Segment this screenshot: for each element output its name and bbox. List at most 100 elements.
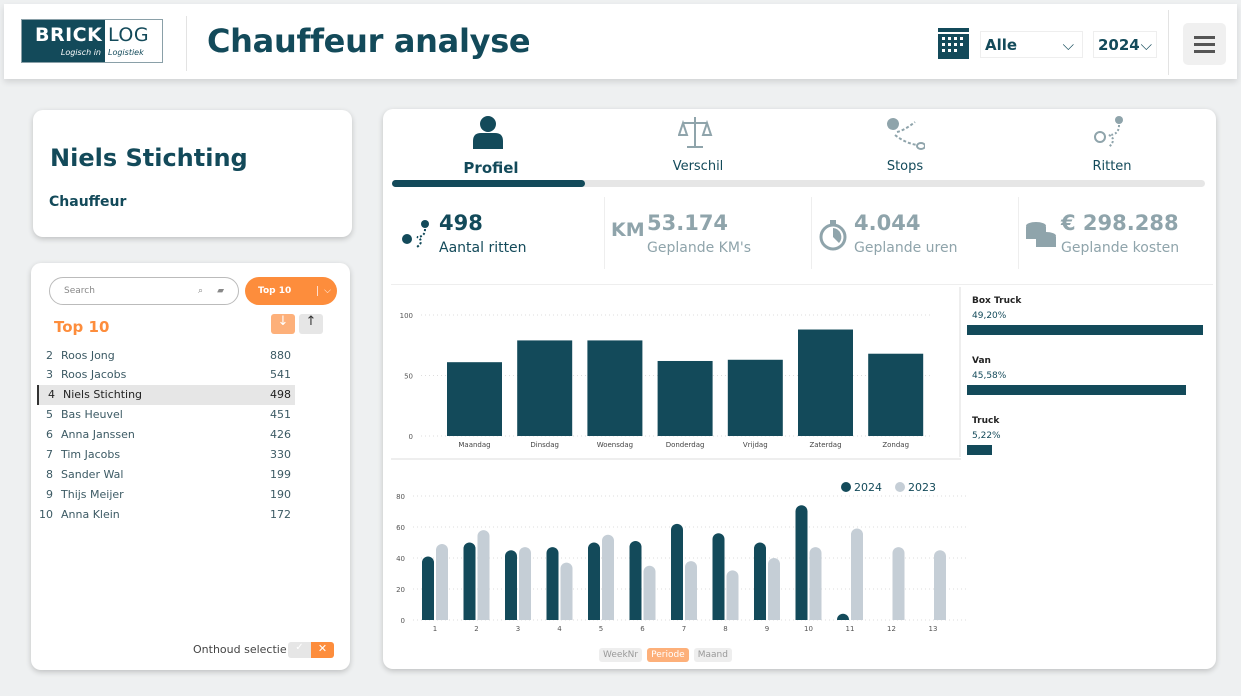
- bar[interactable]: [657, 360, 713, 436]
- check-icon[interactable]: ✓: [288, 642, 311, 658]
- person-icon: [473, 116, 503, 149]
- rank: 9: [46, 487, 53, 501]
- trip-count: 172: [270, 507, 291, 521]
- bar[interactable]: [868, 353, 924, 436]
- bar-2023[interactable]: [768, 558, 780, 620]
- close-icon[interactable]: ✕: [311, 642, 334, 658]
- bar[interactable]: [447, 362, 502, 436]
- vehicle-name: Van: [972, 356, 991, 366]
- bar-2023[interactable]: [685, 561, 697, 620]
- y-tick: 60: [396, 524, 405, 532]
- header: BRICK Logisch in LOG Logistiek Chauffeur a…: [4, 4, 1237, 79]
- coins-icon: [1026, 222, 1056, 247]
- ranking-row[interactable]: 6 Anna Janssen 426: [37, 425, 295, 445]
- bar-2023[interactable]: [602, 534, 614, 620]
- calendar-icon: [938, 28, 969, 59]
- top-select[interactable]: Top 10 ⌵: [245, 277, 337, 305]
- legend-label[interactable]: 2023: [908, 481, 936, 494]
- bar-2023[interactable]: [809, 547, 822, 620]
- logo-tag-right: Logistiek: [108, 48, 144, 57]
- bar-2024[interactable]: [712, 533, 725, 620]
- granularity-weeknr[interactable]: WeekNr: [599, 648, 643, 662]
- ranking-row[interactable]: 8 Sander Wal 199: [37, 464, 295, 484]
- eraser-icon[interactable]: ▰: [217, 286, 224, 296]
- ranking-row[interactable]: 2 Roos Jong 880: [37, 345, 295, 365]
- bar-2024[interactable]: [463, 542, 476, 621]
- ranking-row[interactable]: 9 Thijs Meijer 190: [37, 484, 295, 504]
- bar-2023[interactable]: [477, 530, 490, 620]
- bar-2024[interactable]: [505, 550, 517, 620]
- legend-label[interactable]: 2024: [854, 481, 882, 494]
- kpi-card: 4.044 Geplande uren: [811, 197, 1011, 269]
- bar-2023[interactable]: [436, 544, 448, 620]
- page-title: Chauffeur analyse: [207, 22, 531, 60]
- bar-2024[interactable]: [422, 556, 434, 620]
- period-select-value: Alle: [985, 35, 1018, 54]
- bar-2024[interactable]: [588, 542, 600, 621]
- ranking-row[interactable]: 7 Tim Jacobs 330: [37, 445, 295, 465]
- ranking-row[interactable]: 3 Roos Jacobs 541: [37, 365, 295, 385]
- tab-verschil[interactable]: Verschil: [598, 115, 798, 174]
- ranking-row[interactable]: 4 Niels Stichting 498: [37, 384, 295, 405]
- ranking-heading: Top 10: [54, 318, 110, 336]
- tab-ritten[interactable]: Ritten: [1012, 115, 1212, 174]
- driver-name: Anna Janssen: [61, 428, 135, 442]
- bar-2024[interactable]: [754, 542, 766, 621]
- bar-2024[interactable]: [546, 547, 559, 620]
- period-select[interactable]: Alle ⌵: [980, 31, 1083, 58]
- kpi-value: € 298.288: [1061, 211, 1179, 235]
- bar-2023[interactable]: [851, 528, 863, 620]
- year-select-value: 2024: [1098, 35, 1140, 54]
- search-icon[interactable]: ⌕: [198, 286, 203, 296]
- bar-2023[interactable]: [560, 562, 573, 620]
- vehicle-bar: [967, 385, 1186, 395]
- trip-count: 330: [270, 448, 291, 461]
- trip-count: 426: [270, 428, 291, 442]
- driver-name: Thijs Meijer: [61, 487, 124, 501]
- logo-brick: BRICK: [35, 24, 103, 46]
- tab-label: Ritten: [1092, 159, 1132, 174]
- bar-2024[interactable]: [629, 540, 642, 620]
- x-tick: Vrijdag: [743, 441, 768, 449]
- bar-2024[interactable]: [837, 613, 849, 620]
- search-input[interactable]: Search ⌕ ▰: [49, 277, 239, 305]
- bar-2024[interactable]: [795, 505, 808, 620]
- bricklog-logo: BRICK Logisch in LOG Logistiek: [21, 19, 163, 63]
- route-icon: [402, 220, 429, 248]
- x-tick: 4: [557, 625, 562, 633]
- tab-stops[interactable]: Stops: [805, 115, 1005, 174]
- bar-2023[interactable]: [519, 547, 531, 620]
- year-select[interactable]: 2024 ⌵: [1093, 31, 1157, 58]
- bar[interactable]: [727, 359, 783, 436]
- kpi-label: Geplande KM's: [647, 240, 752, 256]
- ranking-row[interactable]: 5 Bas Heuvel 451: [37, 405, 295, 425]
- y-tick: 40: [396, 555, 405, 563]
- granularity-maand[interactable]: Maand: [693, 648, 732, 662]
- y-tick: 100: [400, 312, 413, 320]
- x-tick: 12: [887, 625, 896, 633]
- driver-name: Roos Jong: [61, 348, 115, 362]
- y-tick: 50: [404, 373, 413, 381]
- menu-button[interactable]: [1183, 23, 1226, 65]
- tab-profiel[interactable]: Profiel: [391, 115, 591, 177]
- kpi-value: 4.044: [854, 211, 921, 235]
- granularity-periode[interactable]: Periode: [647, 648, 689, 662]
- x-tick: 13: [929, 625, 938, 633]
- bar-2024[interactable]: [671, 523, 683, 620]
- driver-role: Chauffeur: [49, 194, 127, 210]
- bar-2023[interactable]: [892, 547, 905, 620]
- route-icon: [1094, 116, 1123, 148]
- bar[interactable]: [587, 340, 643, 436]
- sort-asc-button[interactable]: ↑: [299, 314, 323, 334]
- bar-2023[interactable]: [726, 570, 739, 620]
- bar[interactable]: [517, 340, 573, 436]
- bar-2023[interactable]: [643, 565, 656, 620]
- chevron-down-icon: ⌵: [1140, 35, 1152, 54]
- remember-toggle[interactable]: ✓ ✕: [288, 642, 334, 658]
- ranking-row[interactable]: 10 Anna Klein 172: [37, 504, 295, 524]
- bar-2023[interactable]: [934, 550, 946, 620]
- sort-desc-button[interactable]: ↓: [271, 314, 295, 334]
- x-tick: 6: [640, 625, 645, 633]
- bar[interactable]: [798, 329, 853, 436]
- search-placeholder: Search: [64, 286, 95, 296]
